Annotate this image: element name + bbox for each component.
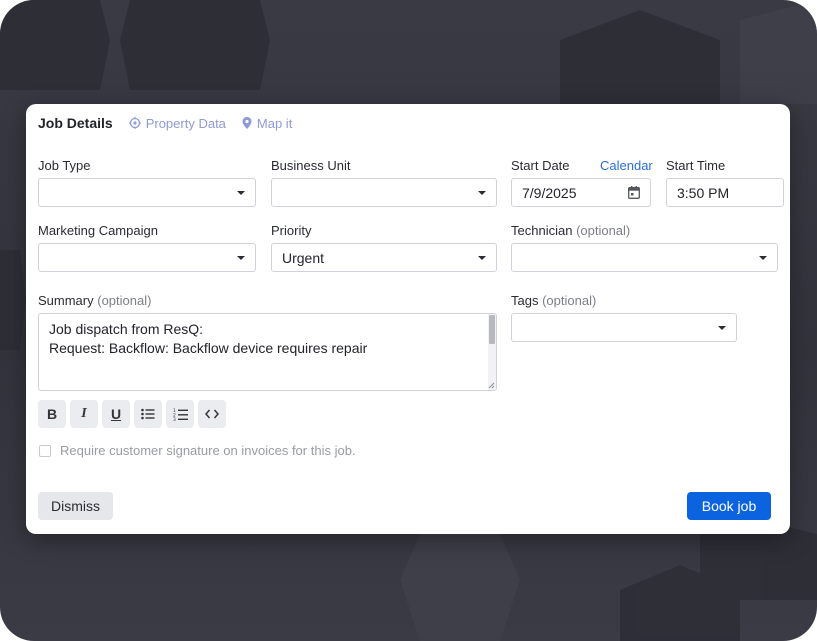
tab-map-it[interactable]: Map it xyxy=(242,116,292,131)
summary-scrollbar[interactable] xyxy=(488,314,496,390)
backdrop: Job Details Property Data Map it Job Typ… xyxy=(0,0,817,641)
tags-label-text: Tags xyxy=(511,293,539,308)
chevron-down-icon xyxy=(718,326,726,330)
calendar-icon[interactable] xyxy=(628,186,640,199)
tab-job-details[interactable]: Job Details xyxy=(38,115,113,131)
italic-icon: I xyxy=(81,406,87,421)
priority-select[interactable]: Urgent xyxy=(271,243,497,272)
business-unit-label: Business Unit xyxy=(271,158,351,173)
tags-label: Tags (optional) xyxy=(511,293,596,308)
chevron-down-icon xyxy=(478,256,486,260)
resize-handle-icon[interactable] xyxy=(488,382,495,389)
start-time-value: 3:50 PM xyxy=(677,184,730,201)
summary-label-text: Summary xyxy=(38,293,94,308)
summary-optional: (optional) xyxy=(97,293,152,308)
tab-map-it-label: Map it xyxy=(256,115,293,131)
bullet-list-icon xyxy=(141,408,155,420)
job-type-select[interactable] xyxy=(38,178,256,207)
chevron-down-icon xyxy=(759,256,767,260)
start-time-input[interactable]: 3:50 PM xyxy=(666,178,784,207)
chevron-down-icon xyxy=(237,256,245,260)
priority-value: Urgent xyxy=(282,249,325,266)
bold-icon: B xyxy=(46,406,58,422)
code-icon xyxy=(205,409,219,419)
summary-scrollbar-thumb[interactable] xyxy=(489,315,495,344)
underline-icon: U xyxy=(110,406,122,422)
tags-select[interactable] xyxy=(511,313,737,342)
map-pin-icon xyxy=(242,117,252,129)
tab-property-data-label: Property Data xyxy=(145,115,226,131)
job-details-modal: Job Details Property Data Map it Job Typ… xyxy=(26,104,790,534)
summary-text: Job dispatch from ResQ: Request: Backflo… xyxy=(49,321,368,356)
start-time-label: Start Time xyxy=(666,158,726,173)
summary-textarea[interactable]: Job dispatch from ResQ: Request: Backflo… xyxy=(38,313,497,391)
start-date-input[interactable]: 7/9/2025 xyxy=(511,178,651,207)
chevron-down-icon xyxy=(478,191,486,195)
signature-option[interactable]: Require customer signature on invoices f… xyxy=(39,443,356,458)
calendar-link[interactable]: Calendar xyxy=(600,158,653,173)
bullet-list-button[interactable] xyxy=(134,400,162,428)
marketing-campaign-select[interactable] xyxy=(38,243,256,272)
start-date-value: 7/9/2025 xyxy=(522,184,577,201)
dismiss-button[interactable]: Dismiss xyxy=(38,492,113,520)
technician-optional: (optional) xyxy=(576,223,631,238)
italic-button[interactable]: I xyxy=(70,400,98,428)
tags-optional: (optional) xyxy=(542,293,597,308)
modal-tabs: Job Details Property Data Map it xyxy=(38,111,308,135)
start-date-label: Start Date xyxy=(511,158,570,173)
underline-button[interactable]: U xyxy=(102,400,130,428)
format-toolbar: B I U 1 2 3 xyxy=(38,400,230,428)
svg-text:3: 3 xyxy=(173,417,176,421)
bold-button[interactable]: B xyxy=(38,400,66,428)
chevron-down-icon xyxy=(237,191,245,195)
numbered-list-icon: 1 2 3 xyxy=(173,408,188,421)
summary-label: Summary (optional) xyxy=(38,293,151,308)
job-type-label: Job Type xyxy=(38,158,91,173)
marketing-campaign-label: Marketing Campaign xyxy=(38,223,158,238)
technician-select[interactable] xyxy=(511,243,778,272)
numbered-list-button[interactable]: 1 2 3 xyxy=(166,400,194,428)
signature-checkbox[interactable] xyxy=(39,444,51,457)
code-button[interactable] xyxy=(198,400,226,428)
business-unit-select[interactable] xyxy=(271,178,497,207)
technician-label: Technician (optional) xyxy=(511,223,630,238)
tab-property-data[interactable]: Property Data xyxy=(128,115,226,131)
book-job-button[interactable]: Book job xyxy=(687,492,771,520)
crosshair-icon xyxy=(128,117,141,129)
technician-label-text: Technician xyxy=(511,223,573,238)
priority-label: Priority xyxy=(271,223,312,238)
signature-label: Require customer signature on invoices f… xyxy=(60,443,356,458)
